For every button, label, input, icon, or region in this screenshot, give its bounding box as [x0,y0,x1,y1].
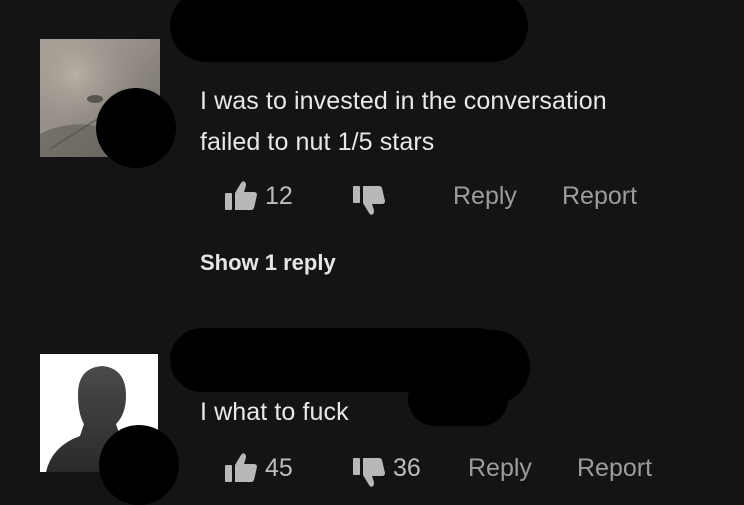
thumbs-down-icon[interactable] [352,184,386,216]
reply-button-2[interactable]: Reply [468,453,532,483]
redacted-username-1 [170,0,528,62]
show-replies-button-1[interactable]: Show 1 reply [200,249,336,277]
report-button-2[interactable]: Report [577,453,652,483]
comment-1-line-2: failed to nut 1/5 stars [200,128,435,156]
redacted-avatar-badge-1 [96,88,176,168]
redacted-avatar-badge-2 [99,425,179,505]
like-count-1: 12 [265,182,293,210]
comment-1-line-1: I was to invested in the conversation [200,87,607,115]
comment-2-text: I what to fuck [200,392,349,433]
reply-button-1[interactable]: Reply [453,181,517,211]
like-count-2: 45 [265,454,293,482]
comment-2-line-1: I what to fuck [200,398,349,426]
thumbs-down-icon[interactable] [352,456,386,488]
comment-1-text: I was to invested in the conversation fa… [200,81,607,163]
redacted-mention-2 [408,372,508,426]
thumbs-up-icon[interactable] [224,452,258,484]
dislike-count-2: 36 [393,454,421,482]
report-button-1[interactable]: Report [562,181,637,211]
thumbs-up-icon[interactable] [224,180,258,212]
